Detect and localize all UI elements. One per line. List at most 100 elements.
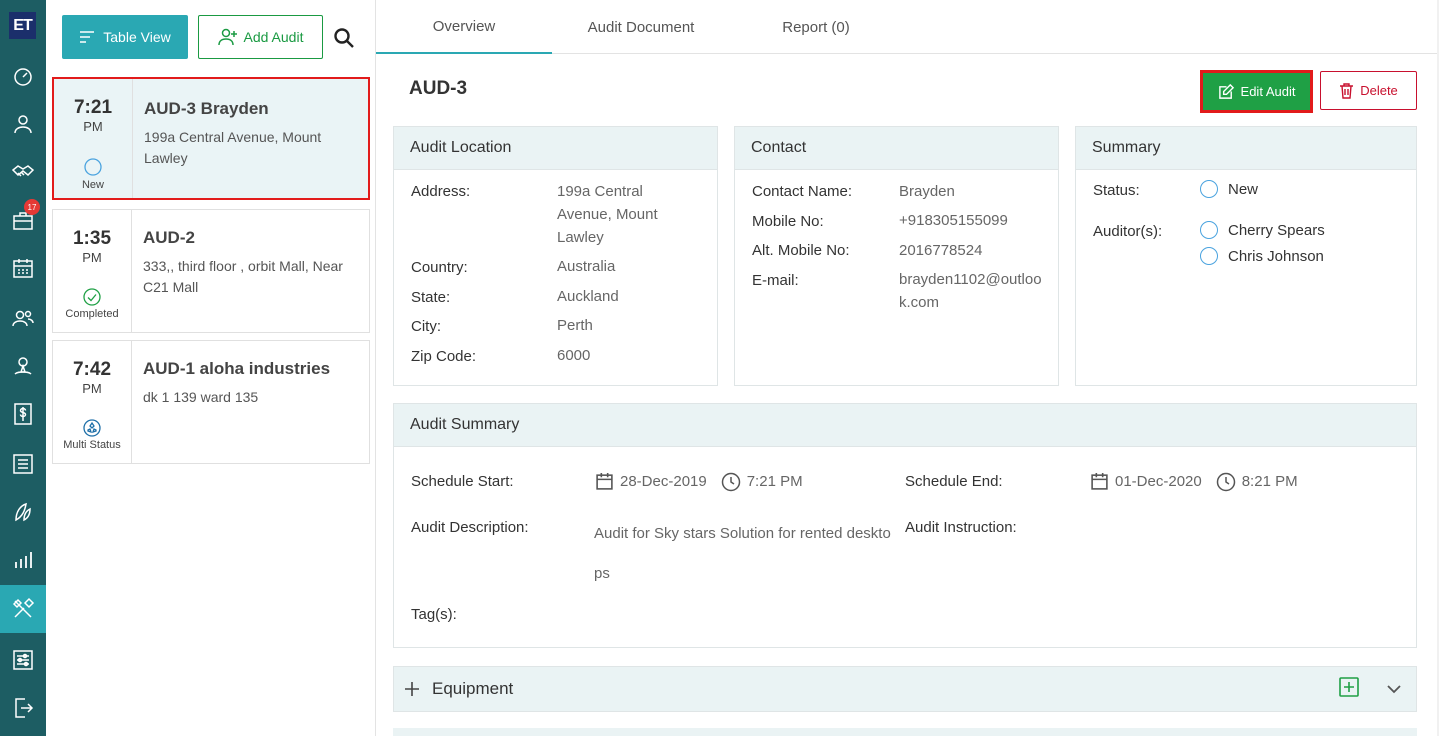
summary-panel: Summary Status: New Auditor(s): Cherry S… bbox=[1075, 126, 1417, 386]
auditor-circle-icon bbox=[1200, 221, 1218, 239]
status-value: New bbox=[1200, 180, 1258, 198]
email-value: brayden1102@outlook.com bbox=[899, 271, 1042, 311]
panel-heading: Summary bbox=[1076, 127, 1416, 170]
panel-heading: Contact bbox=[735, 127, 1058, 170]
settings-sliders-icon bbox=[13, 650, 33, 670]
audit-card-aud-2[interactable]: 1:35 PM Completed AUD-2 333,, third floo… bbox=[52, 209, 370, 333]
audit-location-panel: Audit Location Address: 199a Central Ave… bbox=[393, 126, 718, 386]
sidebar-item-settings[interactable] bbox=[0, 636, 46, 684]
country-value: Australia bbox=[557, 258, 616, 275]
panel-heading: Audit Location bbox=[394, 127, 717, 170]
audit-detail: Overview Audit Document Report (0) AUD-3… bbox=[376, 0, 1439, 736]
field-label: Address: bbox=[411, 183, 471, 200]
logout-icon bbox=[15, 698, 34, 718]
sidebar-item-deals[interactable] bbox=[0, 148, 46, 196]
contact-name-value: Brayden bbox=[899, 183, 955, 200]
status-circle-icon bbox=[1200, 180, 1218, 198]
detail-tabs: Overview Audit Document Report (0) bbox=[376, 0, 1437, 54]
clock-icon bbox=[721, 472, 740, 491]
schedule-end-value: 01-Dec-2020 8:21 PM bbox=[1090, 470, 1298, 493]
card-time: 7:42 bbox=[72, 359, 112, 380]
field-label: Schedule End: bbox=[905, 473, 1003, 490]
equipment-accordion[interactable]: Equipment bbox=[393, 666, 1417, 712]
sidebar-item-dashboard[interactable] bbox=[0, 52, 46, 100]
sidebar-item-billing[interactable] bbox=[0, 390, 46, 438]
tab-overview[interactable]: Overview bbox=[376, 0, 552, 54]
add-user-icon bbox=[217, 28, 237, 46]
next-accordion-edge bbox=[393, 728, 1417, 736]
auditor-circle-icon bbox=[1200, 247, 1218, 265]
trash-icon bbox=[1340, 83, 1354, 99]
field-label: Alt. Mobile No: bbox=[752, 242, 850, 259]
card-ampm: PM bbox=[83, 119, 103, 134]
alt-mobile-value: 2016778524 bbox=[899, 242, 983, 259]
edit-icon bbox=[1218, 83, 1234, 99]
leaf-icon bbox=[15, 502, 31, 522]
sidebar-item-jobs[interactable]: 17 bbox=[0, 196, 46, 244]
search-icon[interactable] bbox=[332, 26, 356, 50]
card-time-block: 7:21 PM New bbox=[54, 79, 133, 198]
auditor-item: Cherry Spears bbox=[1200, 221, 1325, 239]
auditor-item: Chris Johnson bbox=[1200, 247, 1324, 265]
menu-lines-icon bbox=[80, 31, 95, 43]
city-value: Perth bbox=[557, 317, 593, 334]
dollar-icon bbox=[14, 403, 32, 425]
field-label: Mobile No: bbox=[752, 213, 824, 230]
card-time: 1:35 bbox=[72, 228, 112, 249]
edit-audit-label: Edit Audit bbox=[1240, 84, 1296, 99]
equipment-heading: Equipment bbox=[432, 679, 514, 698]
card-ampm: PM bbox=[82, 250, 102, 265]
sidebar-item-field[interactable] bbox=[0, 342, 46, 390]
card-status-label: New bbox=[81, 179, 104, 191]
table-view-button[interactable]: Table View bbox=[62, 15, 188, 59]
field-label: Schedule Start: bbox=[411, 473, 514, 490]
sidebar-item-logout[interactable] bbox=[0, 684, 46, 732]
card-time-block: 7:42 PM Multi Status bbox=[53, 341, 132, 463]
end-date: 01-Dec-2020 bbox=[1115, 473, 1202, 490]
audit-card-aud-1[interactable]: 7:42 PM Multi Status AUD-1 aloha industr… bbox=[52, 340, 370, 464]
status-multi-icon bbox=[83, 419, 101, 437]
auditor-name: Cherry Spears bbox=[1228, 221, 1325, 239]
dashboard-icon bbox=[14, 68, 32, 86]
start-date: 28-Dec-2019 bbox=[620, 473, 707, 490]
field-label: City: bbox=[411, 318, 441, 335]
card-title: AUD-3 Brayden bbox=[144, 99, 269, 118]
sidebar-item-leads[interactable] bbox=[0, 488, 46, 536]
sidebar-item-audits[interactable] bbox=[0, 585, 46, 633]
address-value: 199a Central Avenue, Mount Lawley bbox=[557, 183, 658, 246]
sidebar-item-team[interactable] bbox=[0, 294, 46, 342]
add-square-icon[interactable] bbox=[1339, 677, 1359, 697]
field-label: Tag(s): bbox=[411, 606, 457, 623]
sidebar-item-reports[interactable] bbox=[0, 536, 46, 584]
card-address: dk 1 139 ward 135 bbox=[143, 389, 259, 405]
add-audit-button[interactable]: Add Audit bbox=[198, 15, 323, 59]
delete-button[interactable]: Delete bbox=[1320, 71, 1417, 110]
sidebar-item-lists[interactable] bbox=[0, 440, 46, 488]
tab-audit-document[interactable]: Audit Document bbox=[566, 0, 716, 54]
audit-card-aud-3[interactable]: 7:21 PM New AUD-3 Brayden 199a Central A… bbox=[52, 77, 370, 200]
clock-icon bbox=[1216, 472, 1235, 491]
delete-label: Delete bbox=[1360, 83, 1398, 98]
tab-report[interactable]: Report (0) bbox=[756, 0, 876, 54]
chevron-down-icon[interactable] bbox=[1386, 683, 1402, 695]
audit-summary-panel: Audit Summary Schedule Start: 28-Dec-201… bbox=[393, 403, 1417, 648]
card-time: 7:21 bbox=[73, 97, 113, 118]
mobile-value: +918305155099 bbox=[899, 212, 1008, 229]
zip-value: 6000 bbox=[557, 347, 591, 364]
sidebar-item-calendar[interactable] bbox=[0, 244, 46, 292]
sidebar: ET 17 bbox=[0, 0, 46, 736]
status-new-icon bbox=[84, 158, 102, 176]
edit-audit-button[interactable]: Edit Audit bbox=[1200, 70, 1313, 113]
plus-icon bbox=[405, 682, 419, 696]
end-time: 8:21 PM bbox=[1241, 473, 1298, 490]
field-label: Status: bbox=[1093, 182, 1140, 199]
description-value: Audit for Sky stars Solution for rented … bbox=[594, 525, 891, 582]
contact-panel: Contact Contact Name: Brayden Mobile No:… bbox=[734, 126, 1059, 386]
audit-list-panel: Table View Add Audit 7:21 PM New AUD-3 B… bbox=[46, 0, 376, 736]
list-icon bbox=[13, 454, 33, 474]
field-label: Auditor(s): bbox=[1093, 223, 1163, 240]
sidebar-item-profile[interactable] bbox=[0, 100, 46, 148]
users-icon bbox=[12, 310, 34, 327]
handshake-icon bbox=[11, 165, 35, 177]
schedule-start-value: 28-Dec-2019 7:21 PM bbox=[595, 470, 803, 493]
